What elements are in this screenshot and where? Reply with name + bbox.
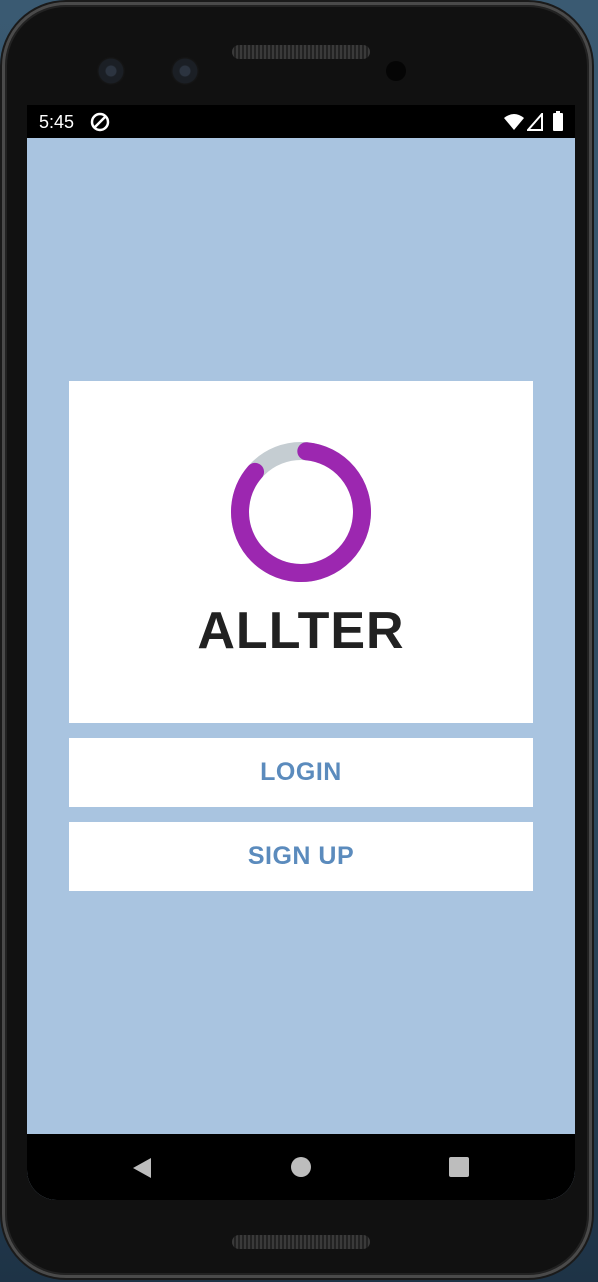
allter-logo-ring xyxy=(231,442,371,582)
front-camera-secondary xyxy=(171,57,199,85)
home-icon[interactable] xyxy=(290,1156,312,1178)
status-time: 5:45 xyxy=(39,112,75,132)
logo-ring-progress xyxy=(231,442,371,582)
battery-icon xyxy=(553,111,563,131)
navigation-bar xyxy=(27,1134,575,1200)
proximity-sensor xyxy=(386,61,406,81)
bottom-speaker xyxy=(232,1235,370,1249)
wifi-icon xyxy=(504,114,524,130)
logo-card: ALLTER xyxy=(69,381,533,723)
status-bar: 5:45 xyxy=(27,105,575,138)
signal-icon xyxy=(527,113,543,131)
login-button[interactable]: LOGIN xyxy=(69,738,533,807)
sign-up-button[interactable]: SIGN UP xyxy=(69,822,533,891)
app-title: ALLTER xyxy=(197,602,405,660)
screen: 5:45 ALLTER LOGIN SIGN UP xyxy=(27,105,575,1200)
phone-frame: 5:45 ALLTER LOGIN SIGN UP xyxy=(2,2,592,1278)
notification-icon xyxy=(90,112,110,132)
earpiece-speaker xyxy=(232,45,370,59)
recents-icon[interactable] xyxy=(448,1156,470,1178)
front-camera xyxy=(97,57,125,85)
back-icon[interactable] xyxy=(131,1156,153,1180)
